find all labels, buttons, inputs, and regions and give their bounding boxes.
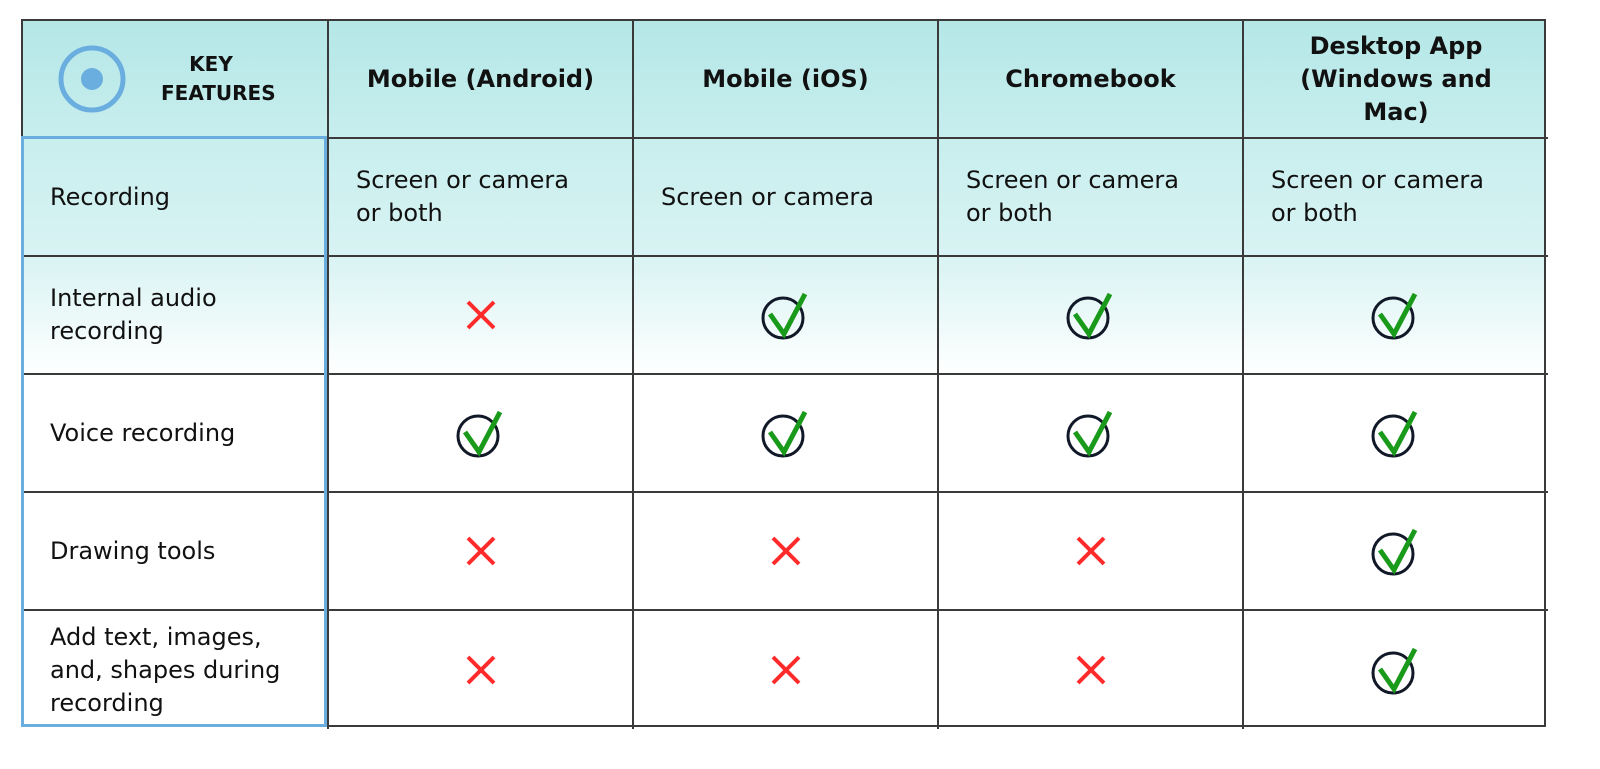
check-icon [456, 408, 506, 458]
check-icon [1371, 645, 1421, 695]
cross-icon [464, 653, 498, 687]
support-cell [1244, 375, 1548, 493]
cross-icon [769, 534, 803, 568]
value-cell: Screen or camera or both [329, 139, 634, 257]
value-cell: Screen or camera [634, 139, 939, 257]
check-icon [761, 408, 811, 458]
cross-icon [1074, 534, 1108, 568]
support-cell [939, 611, 1244, 729]
value-cell: Screen or camera or both [1244, 139, 1548, 257]
support-cell [939, 375, 1244, 493]
support-cell [329, 257, 634, 375]
feature-name: Recording [23, 139, 329, 257]
check-icon [1066, 290, 1116, 340]
support-cell [329, 375, 634, 493]
value-cell: Screen or camera or both [939, 139, 1244, 257]
feature-name: Drawing tools [23, 493, 329, 611]
support-cell [939, 493, 1244, 611]
support-cell [329, 493, 634, 611]
support-cell [634, 611, 939, 729]
cross-icon [464, 298, 498, 332]
feature-name: Internal audio recording [23, 257, 329, 375]
header-key-features: KEY FEATURES [23, 21, 329, 139]
support-cell [634, 257, 939, 375]
support-cell [329, 611, 634, 729]
column-header: Chromebook [939, 21, 1244, 139]
feature-comparison-table: KEY FEATURES Mobile (Android) Mobile (iO… [21, 19, 1548, 729]
support-cell [634, 493, 939, 611]
key-features-label: KEY FEATURES [161, 52, 276, 105]
support-cell [1244, 611, 1548, 729]
column-header: Mobile (iOS) [634, 21, 939, 139]
record-icon [58, 45, 126, 113]
support-cell [634, 375, 939, 493]
feature-name: Voice recording [23, 375, 329, 493]
check-icon [761, 290, 811, 340]
check-icon [1371, 408, 1421, 458]
support-cell [939, 257, 1244, 375]
support-cell [1244, 493, 1548, 611]
feature-name: Add text, images, and, shapes during rec… [23, 611, 329, 729]
check-icon [1371, 290, 1421, 340]
check-icon [1066, 408, 1116, 458]
check-icon [1371, 526, 1421, 576]
cross-icon [1074, 653, 1108, 687]
cross-icon [769, 653, 803, 687]
column-header: Desktop App (Windows and Mac) [1244, 21, 1548, 139]
column-header-text: Desktop App (Windows and Mac) [1300, 31, 1492, 126]
support-cell [1244, 257, 1548, 375]
column-header: Mobile (Android) [329, 21, 634, 139]
cross-icon [464, 534, 498, 568]
